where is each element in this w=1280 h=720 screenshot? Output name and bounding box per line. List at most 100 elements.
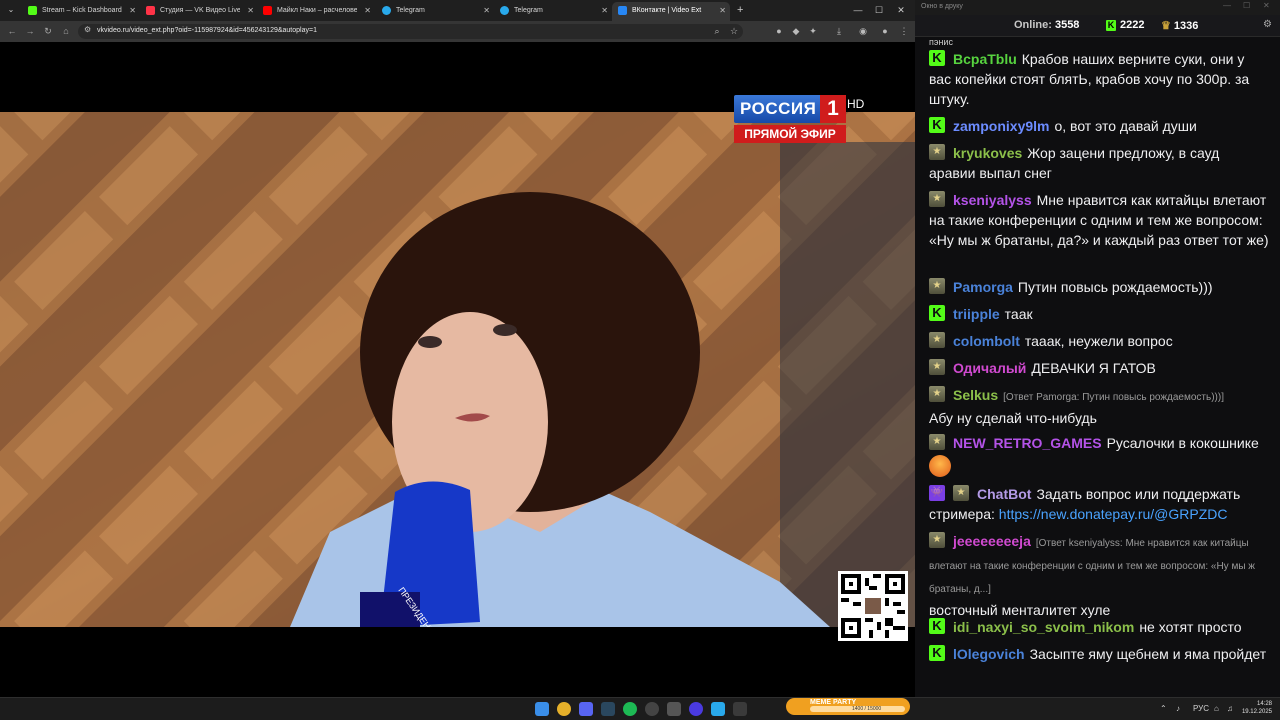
chat-message: lOlegovichЗасыпте яму щебнем и яма пройд…	[929, 644, 1269, 664]
back-icon[interactable]: ←	[5, 24, 19, 39]
start-menu-icon[interactable]	[535, 702, 549, 716]
tab-label: ВКонтакте | Video Ext	[632, 7, 702, 14]
close-window-icon[interactable]: ✕	[1263, 1, 1270, 10]
chat-message: jeeeeeeeeja[Ответ kseniyalyss: Мне нрави…	[929, 531, 1269, 620]
chat-message: zamponixy9lm о, вот это давай души	[929, 116, 1269, 136]
telegram-icon[interactable]	[711, 702, 725, 716]
chat-nick[interactable]: idi_naxyi_so_svoim_nikom	[953, 619, 1134, 635]
extension-icon[interactable]: ◆	[789, 24, 803, 39]
site-info-icon[interactable]: ⚙	[84, 25, 91, 34]
tab-label: Студия — VK Видео Live	[160, 7, 240, 14]
chat-nick[interactable]: lOlegovich	[953, 646, 1025, 662]
tab-strip: ⌄ Stream – Kick Dashboard ✕ Студия — VK …	[0, 0, 915, 21]
new-tab-button[interactable]: +	[737, 2, 743, 18]
chat-text: Путин повысь рождаемость)))	[1017, 279, 1213, 295]
tab-telegram-1[interactable]: Telegram ✕	[376, 2, 494, 21]
maximize-icon[interactable]: ☐	[867, 2, 891, 18]
forward-icon[interactable]: →	[23, 24, 37, 39]
chat-text: тааак, неужели вопрос	[1024, 333, 1173, 349]
maximize-icon[interactable]: ☐	[1243, 1, 1250, 10]
system-clock[interactable]: 14:28 19.12.2025	[1240, 700, 1272, 716]
network-icon[interactable]: ⌂	[1214, 704, 1219, 713]
address-bar[interactable]: ⚙ vkvideo.ru/video_ext.php?oid=-11598792…	[78, 24, 743, 39]
chat-text: Абу ну сделай что-нибудь	[929, 410, 1097, 426]
chat-text: Русалочки в кокошнике	[1106, 435, 1259, 451]
language-indicator[interactable]: РУС	[1193, 704, 1209, 713]
chat-nick[interactable]: kryukoves	[953, 145, 1022, 161]
crown-icon: ♛	[1161, 20, 1171, 32]
app-icon[interactable]	[689, 702, 703, 716]
chat-nick[interactable]: kseniyalyss	[953, 192, 1032, 208]
bot-badge-icon	[929, 485, 945, 501]
download-icon[interactable]: ⤓	[832, 24, 846, 39]
tab-search-button[interactable]: ⌄	[4, 3, 18, 17]
discord-icon[interactable]	[579, 702, 593, 716]
tab-telegram-2[interactable]: Telegram ✕	[494, 2, 612, 21]
close-tab-icon[interactable]: ✕	[719, 2, 726, 19]
chat-nick[interactable]: zamponixy9lm	[953, 118, 1049, 134]
tab-youtube[interactable]: Майкл Наки – расчеловечива ✕	[257, 2, 375, 21]
chat-text: о, вот это давай души	[1054, 118, 1197, 134]
chat-nick[interactable]: ChatBot	[977, 486, 1031, 502]
online-count: Online: 3558	[1014, 19, 1080, 31]
chat-nick[interactable]: BcpaTblu	[953, 51, 1017, 67]
channel-number: 1	[820, 95, 846, 123]
chat-text: ДЕВАЧКИ Я ГАТОВ	[1031, 360, 1156, 376]
kick-badge-icon	[929, 618, 945, 634]
microphone-icon[interactable]: ♪	[1176, 704, 1180, 713]
chrome-icon[interactable]	[557, 702, 571, 716]
chat-nick[interactable]: Selkus	[953, 387, 998, 403]
tab-vk-studio[interactable]: Студия — VK Видео Live ✕	[140, 2, 258, 21]
chat-nick[interactable]: triipple	[953, 306, 1000, 322]
chat-text: таак	[1004, 306, 1033, 322]
chat-message: idi_naxyi_so_svoim_nikom не хотят просто	[929, 617, 1269, 637]
kick-badge-icon	[929, 50, 945, 66]
reload-icon[interactable]: ↻	[41, 24, 55, 39]
qr-code	[838, 571, 908, 641]
chat-message: Одичалый ДЕВАЧКИ Я ГАТОВ	[929, 358, 1269, 378]
close-tab-icon[interactable]: ✕	[247, 2, 254, 19]
chat-nick[interactable]: jeeeeeeeeja	[953, 533, 1031, 549]
chat-message: PamorgaПутин повысь рождаемость)))	[929, 277, 1269, 297]
chat-nick[interactable]: Pamorga	[953, 279, 1013, 295]
donate-link[interactable]: https://new.donatepay.ru/@GRPZDC	[999, 506, 1228, 522]
video-player[interactable]: ПРЕЗИДЕНТ РФ	[0, 112, 915, 627]
menu-kebab-icon[interactable]: ⋮	[897, 24, 911, 39]
chat-message: NEW_RETRO_GAMESРусалочки в кокошнике	[929, 433, 1269, 477]
tray-chevron-icon[interactable]: ⌃	[1160, 704, 1167, 713]
steam-icon[interactable]	[601, 702, 615, 716]
home-icon[interactable]: ⌂	[59, 24, 73, 39]
app-icon[interactable]	[733, 702, 747, 716]
close-tab-icon[interactable]: ✕	[129, 2, 136, 19]
chat-text: Засыпте яму щебнем и яма пройдет	[1029, 646, 1267, 662]
chat-nick[interactable]: Одичалый	[953, 360, 1026, 376]
app-icon[interactable]	[667, 702, 681, 716]
settings-gear-icon[interactable]: ⚙	[1263, 19, 1272, 30]
close-tab-icon[interactable]: ✕	[483, 2, 490, 19]
obs-icon[interactable]	[645, 702, 659, 716]
profile-icon[interactable]: ◉	[856, 24, 870, 39]
volume-icon[interactable]: ♫	[1227, 704, 1233, 713]
close-window-icon[interactable]: ✕	[889, 2, 913, 18]
chat-message: triippleтаак	[929, 304, 1269, 324]
close-tab-icon[interactable]: ✕	[601, 2, 608, 19]
chat-nick[interactable]: colombolt	[953, 333, 1020, 349]
minimize-icon[interactable]: —	[1223, 1, 1231, 10]
subscriber-badge-icon	[953, 485, 969, 501]
subscriber-badge-icon	[929, 386, 945, 402]
zoom-icon[interactable]: ⌕	[710, 24, 724, 39]
close-tab-icon[interactable]: ✕	[364, 2, 371, 19]
chat-messages: пэнис BcpaTbluКрабов наших верните суки,…	[915, 37, 1280, 697]
channel-quality: HD	[847, 97, 865, 111]
tab-vk-video-ext[interactable]: ВКонтакте | Video Ext ✕	[612, 2, 730, 21]
chat-window-title: Окно в друку	[921, 3, 963, 10]
account-icon[interactable]: ●	[878, 24, 892, 39]
extension-icon[interactable]: ●	[772, 24, 786, 39]
chat-nick[interactable]: NEW_RETRO_GAMES	[953, 435, 1102, 451]
chat-window: Окно в друку — ☐ ✕ Online: 3558 K 2222 ♛ 1…	[915, 0, 1280, 697]
extensions-puzzle-icon[interactable]: ✦	[806, 24, 820, 39]
tab-kick-dashboard[interactable]: Stream – Kick Dashboard ✕	[22, 2, 140, 21]
tab-label: Майкл Наки – расчеловечива	[277, 7, 357, 14]
bookmark-star-icon[interactable]: ☆	[727, 24, 741, 39]
spotify-icon[interactable]	[623, 702, 637, 716]
